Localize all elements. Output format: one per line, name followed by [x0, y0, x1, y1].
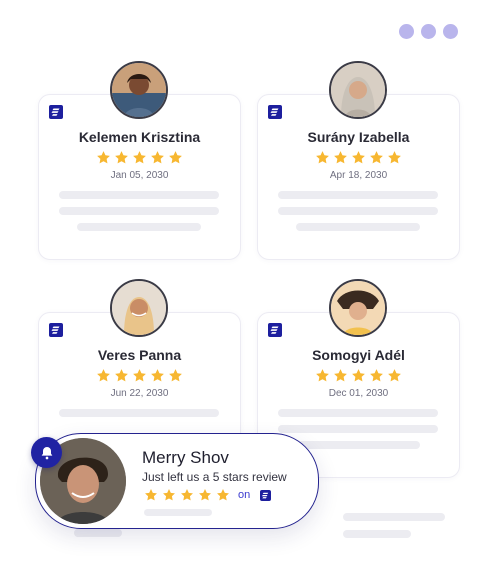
star-icon [387, 368, 402, 383]
brand-logo-icon [49, 323, 63, 337]
on-label: on [238, 489, 251, 501]
text-placeholder-line [59, 409, 219, 417]
rating-stars [39, 150, 240, 165]
review-date: Apr 18, 2030 [329, 170, 388, 181]
star-icon [333, 368, 348, 383]
review-date: Dec 01, 2030 [328, 388, 389, 399]
brand-logo-icon [268, 323, 282, 337]
reviewer-name: Kelemen Krisztina [78, 129, 201, 145]
star-icon [369, 368, 384, 383]
dot-3 [443, 24, 458, 39]
star-icon [144, 488, 158, 502]
star-icon [387, 150, 402, 165]
dot-1 [399, 24, 414, 39]
text-placeholder-line [278, 191, 438, 199]
background-placeholder-line [74, 529, 122, 537]
star-icon [114, 150, 129, 165]
star-icon [96, 150, 111, 165]
window-dots [399, 24, 458, 39]
reviewer-name: Surány Izabella [307, 129, 410, 145]
text-placeholder-line [278, 207, 438, 215]
star-icon [315, 150, 330, 165]
star-icon [198, 488, 212, 502]
star-icon [315, 368, 330, 383]
rating-stars [258, 150, 459, 165]
rating-stars [39, 368, 240, 383]
brand-logo-icon [260, 489, 272, 501]
reviewer-name: Veres Panna [97, 347, 182, 363]
star-icon [168, 150, 183, 165]
star-icon [351, 150, 366, 165]
star-icon [132, 368, 147, 383]
reviewer-avatar [110, 61, 168, 119]
text-placeholder-line [77, 223, 201, 231]
text-placeholder-line [296, 223, 420, 231]
text-placeholder-line [144, 509, 212, 516]
star-icon [114, 368, 129, 383]
star-icon [333, 150, 348, 165]
star-icon [150, 150, 165, 165]
text-placeholder-line [278, 425, 438, 433]
star-icon [162, 488, 176, 502]
bell-icon[interactable] [31, 437, 62, 468]
review-notification-toast[interactable]: Merry Shov Just left us a 5 stars review… [35, 433, 319, 529]
brand-logo-icon [49, 105, 63, 119]
star-icon [150, 368, 165, 383]
text-placeholder-line [59, 191, 219, 199]
star-icon [216, 488, 230, 502]
text-placeholder-line [59, 207, 219, 215]
brand-logo-icon [268, 105, 282, 119]
star-icon [96, 368, 111, 383]
background-placeholder-line [343, 513, 445, 521]
text-placeholder-line [278, 409, 438, 417]
star-icon [132, 150, 147, 165]
reviewer-avatar [329, 279, 387, 337]
star-icon [369, 150, 384, 165]
text-placeholder-line [296, 441, 420, 449]
notification-message: Just left us a 5 stars review [142, 470, 287, 484]
notification-name: Merry Shov [142, 448, 229, 467]
notification-rating: on [144, 488, 272, 502]
review-date: Jun 22, 2030 [110, 388, 169, 399]
reviewer-name: Somogyi Adél [312, 347, 405, 363]
star-icon [180, 488, 194, 502]
star-icon [351, 368, 366, 383]
reviewer-avatar [329, 61, 387, 119]
star-icon [168, 368, 183, 383]
dot-2 [421, 24, 436, 39]
review-date: Jan 05, 2030 [110, 170, 169, 181]
reviewer-avatar [110, 279, 168, 337]
background-placeholder-line [343, 530, 411, 538]
rating-stars [258, 368, 459, 383]
